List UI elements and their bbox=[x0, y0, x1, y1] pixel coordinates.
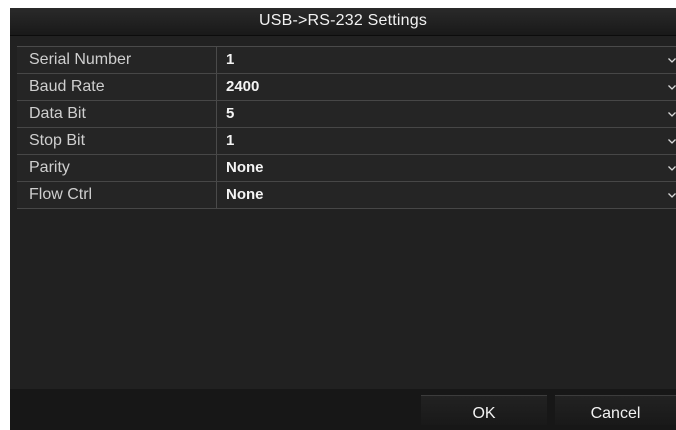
chevron-down-icon bbox=[666, 128, 676, 154]
dialog-title-bar: USB->RS-232 Settings bbox=[10, 8, 676, 36]
chevron-down-icon bbox=[666, 47, 676, 73]
baud-rate-select[interactable]: 2400 bbox=[217, 74, 676, 100]
rs232-settings-dialog: USB->RS-232 Settings Serial Number 1 Bau… bbox=[10, 8, 676, 430]
setting-row-stop-bit: Stop Bit 1 bbox=[17, 128, 676, 155]
setting-value: None bbox=[226, 186, 264, 203]
setting-value: 2400 bbox=[226, 78, 260, 95]
setting-value: 5 bbox=[226, 105, 235, 122]
chevron-down-icon bbox=[666, 155, 676, 181]
setting-row-baud-rate: Baud Rate 2400 bbox=[17, 74, 676, 101]
setting-label: Parity bbox=[17, 155, 217, 181]
setting-row-parity: Parity None bbox=[17, 155, 676, 182]
setting-label: Serial Number bbox=[17, 47, 217, 73]
parity-select[interactable]: None bbox=[217, 155, 676, 181]
setting-value: 1 bbox=[226, 132, 235, 149]
setting-value: 1 bbox=[226, 51, 235, 68]
ok-button[interactable]: OK bbox=[421, 395, 547, 425]
setting-row-data-bit: Data Bit 5 bbox=[17, 101, 676, 128]
setting-label: Flow Ctrl bbox=[17, 182, 217, 208]
chevron-down-icon bbox=[666, 182, 676, 208]
chevron-down-icon bbox=[666, 101, 676, 127]
setting-value: None bbox=[226, 159, 264, 176]
setting-label: Data Bit bbox=[17, 101, 217, 127]
dialog-footer: OK Cancel bbox=[10, 389, 676, 430]
stop-bit-select[interactable]: 1 bbox=[217, 128, 676, 154]
cancel-button[interactable]: Cancel bbox=[555, 395, 676, 425]
serial-number-select[interactable]: 1 bbox=[217, 47, 676, 73]
data-bit-select[interactable]: 5 bbox=[217, 101, 676, 127]
dialog-title: USB->RS-232 Settings bbox=[258, 12, 428, 29]
setting-row-serial-number: Serial Number 1 bbox=[17, 47, 676, 74]
flow-ctrl-select[interactable]: None bbox=[217, 182, 676, 208]
chevron-down-icon bbox=[666, 74, 676, 100]
settings-table: Serial Number 1 Baud Rate 2400 Data Bit … bbox=[17, 46, 676, 209]
setting-label: Stop Bit bbox=[17, 128, 217, 154]
setting-label: Baud Rate bbox=[17, 74, 217, 100]
setting-row-flow-ctrl: Flow Ctrl None bbox=[17, 182, 676, 209]
